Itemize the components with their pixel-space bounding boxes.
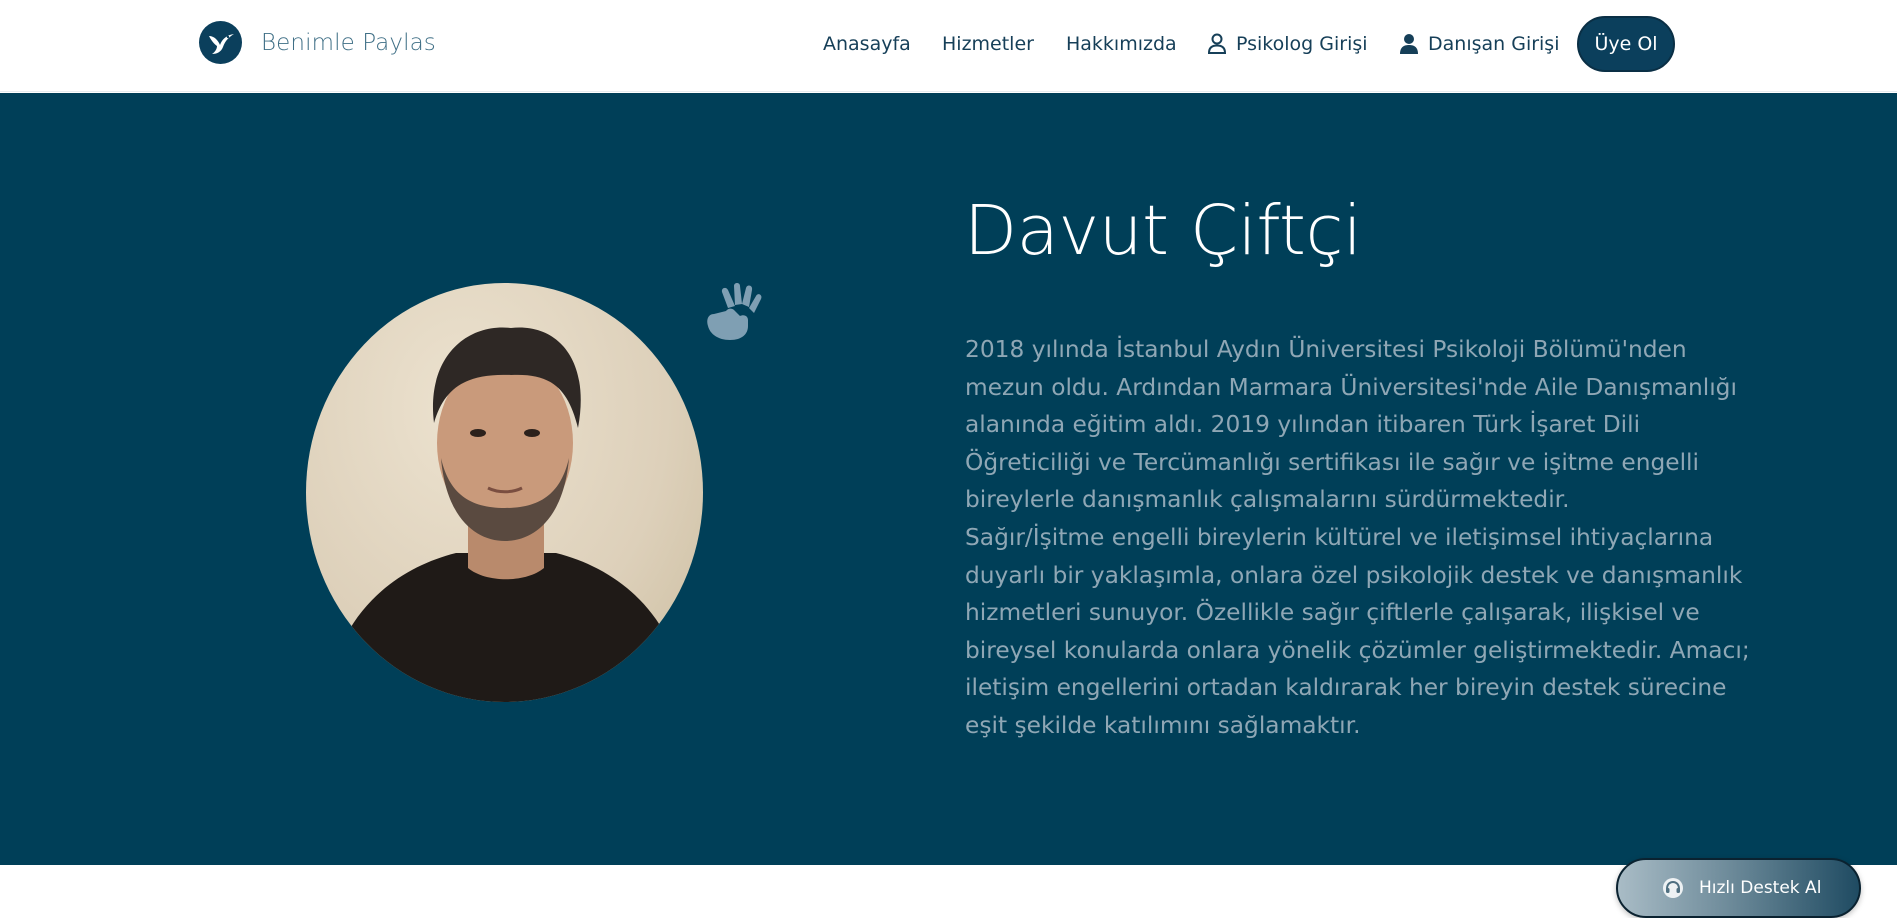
- profile-photo: [306, 283, 703, 702]
- user-solid-icon: [1400, 34, 1418, 54]
- nav-psychologist-login-label: Psikolog Girişi: [1236, 33, 1368, 55]
- user-outline-icon: [1207, 33, 1227, 54]
- nav-services[interactable]: Hizmetler: [942, 33, 1034, 55]
- bio-paragraph: Sağır/İşitme engelli bireylerin kültürel…: [965, 523, 1750, 739]
- nav-home[interactable]: Anasayfa: [823, 33, 911, 55]
- brand-home-link[interactable]: Benimle Paylas: [199, 21, 436, 64]
- profile-name: Davut Çiftçi: [964, 191, 1362, 271]
- profile-bio: 2018 yılında İstanbul Aydın Üniversitesi…: [965, 331, 1755, 745]
- bio-paragraph: 2018 yılında İstanbul Aydın Üniversitesi…: [965, 336, 1737, 514]
- bird-logo-icon: [199, 21, 242, 64]
- brand-name: Benimle Paylas: [261, 29, 436, 56]
- nav-client-login-label: Danışan Girişi: [1428, 33, 1560, 55]
- nav-client-login[interactable]: Danışan Girişi: [1399, 33, 1560, 55]
- quick-support-button[interactable]: Hızlı Destek Al: [1616, 858, 1861, 918]
- headset-icon: [1663, 878, 1683, 898]
- top-navbar: Benimle Paylas Anasayfa Hizmetler Hakkım…: [0, 0, 1897, 92]
- signup-button[interactable]: Üye Ol: [1577, 16, 1675, 72]
- nav-psychologist-login[interactable]: Psikolog Girişi: [1207, 33, 1368, 55]
- quick-support-label: Hızlı Destek Al: [1699, 878, 1822, 898]
- sign-language-hands-icon: [707, 283, 762, 340]
- nav-about[interactable]: Hakkımızda: [1066, 33, 1177, 55]
- profile-hero: Davut Çiftçi 2018 yılında İstanbul Aydın…: [0, 93, 1897, 918]
